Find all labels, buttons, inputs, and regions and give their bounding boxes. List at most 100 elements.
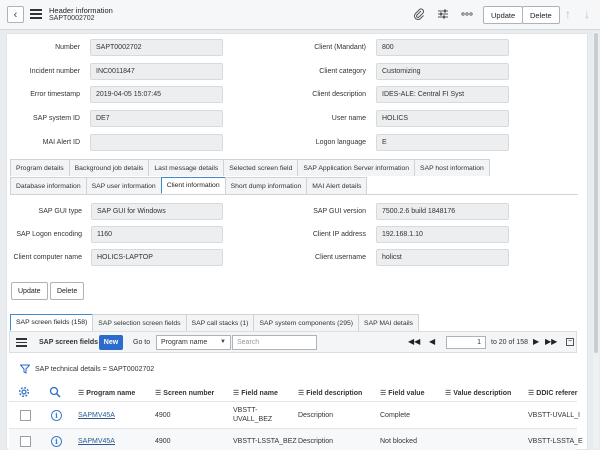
- tab-sap-mai-details[interactable]: SAP MAI details: [358, 314, 420, 331]
- tab-sap-application-server-information[interactable]: SAP Application Server information: [297, 159, 416, 176]
- tab-sap-selection-screen-fields[interactable]: SAP selection screen fields: [92, 314, 187, 331]
- screen-number-cell: 4900: [155, 412, 171, 419]
- field-label-sap-logon-encoding: SAP Logon encoding: [16, 231, 82, 238]
- tab-sap-screen-fields[interactable]: SAP screen fields (158): [10, 314, 94, 331]
- column-header-ddic-reference[interactable]: ☰ DDIC referer: [528, 389, 578, 397]
- goto-field-select[interactable]: Program name ▼: [156, 335, 231, 350]
- update-button[interactable]: Update: [483, 6, 524, 24]
- client-mandant-field[interactable]: 800: [376, 39, 509, 56]
- info-icon[interactable]: i: [51, 410, 62, 421]
- tab-sap-system-components[interactable]: SAP system components (295): [253, 314, 360, 331]
- sap-gui-type-field[interactable]: SAP GUI for Windows: [91, 203, 223, 220]
- field-label-client-username: Client username: [315, 254, 366, 261]
- column-menu-icon: ☰: [298, 390, 305, 397]
- column-header-field-name[interactable]: ☰ Field name: [233, 389, 278, 397]
- chevron-down-icon: ▼: [220, 339, 226, 345]
- field-name-cell: VBSTT-LSSTA_BEZ: [233, 438, 297, 445]
- number-field[interactable]: SAPT0002702: [90, 39, 223, 56]
- form-delete-button[interactable]: Delete: [50, 282, 85, 300]
- filter-icon[interactable]: [19, 364, 31, 374]
- tab-last-message-details[interactable]: Last message details: [148, 159, 225, 176]
- column-menu-icon: ☰: [380, 390, 387, 397]
- tab-sap-user-information[interactable]: SAP user information: [85, 177, 162, 194]
- detail-tabs-row-2: Database information SAP user informatio…: [10, 177, 368, 194]
- field-label-mai-alert-id: MAI Alert ID: [42, 139, 80, 146]
- search-input[interactable]: Search: [232, 335, 317, 350]
- previous-page-icon[interactable]: ◀: [429, 337, 435, 346]
- page-title: Header information: [49, 6, 113, 15]
- tab-client-information[interactable]: Client information: [160, 177, 226, 194]
- incident-number-field[interactable]: INC0011847: [90, 63, 223, 80]
- error-timestamp-field[interactable]: 2019-04-05 15:07:45: [90, 86, 223, 103]
- gear-icon[interactable]: [18, 386, 30, 398]
- client-computer-name-field[interactable]: HOLICS-LAPTOP: [91, 249, 223, 266]
- ddic-reference-cell: VBSTT-UVALL_I: [528, 412, 581, 419]
- tab-mai-alert-details[interactable]: MAI Alert details: [306, 177, 368, 194]
- collapse-icon[interactable]: −: [566, 338, 574, 346]
- list-menu-icon[interactable]: [16, 338, 27, 347]
- logon-language-field[interactable]: E: [376, 134, 509, 151]
- field-label-user-name: User name: [331, 115, 366, 122]
- field-label-client-category: Client category: [319, 68, 366, 75]
- column-header-field-value[interactable]: ☰ Field value: [380, 389, 424, 397]
- more-options-icon[interactable]: [460, 7, 474, 21]
- field-name-cell-continued: UVALL_BEZ: [233, 416, 273, 423]
- info-icon[interactable]: i: [51, 436, 62, 447]
- column-header-screen-number[interactable]: ☰ Screen number: [155, 389, 214, 397]
- field-label-client-description: Client description: [312, 91, 366, 98]
- detail-tabs-row-1: Program details Background job details L…: [10, 159, 490, 176]
- header-bar: ‹ Header information SAPT0002702 Update …: [0, 0, 600, 30]
- field-label-client-computer-name: Client computer name: [13, 254, 82, 261]
- program-name-link[interactable]: SAPMV45A: [78, 412, 115, 419]
- sap-logon-encoding-field[interactable]: 1160: [91, 226, 223, 243]
- field-label-client-ip-address: Client IP address: [312, 231, 366, 238]
- first-page-icon[interactable]: ◀◀: [408, 337, 420, 346]
- tab-short-dump-information[interactable]: Short dump information: [224, 177, 308, 194]
- arrow-up-icon[interactable]: ↑: [561, 7, 575, 21]
- form-update-button[interactable]: Update: [11, 282, 48, 300]
- arrow-down-icon[interactable]: ↓: [580, 7, 594, 21]
- search-icon[interactable]: [49, 386, 61, 398]
- related-list-tabs: SAP screen fields (158) SAP selection sc…: [10, 314, 420, 331]
- column-menu-icon: ☰: [445, 390, 452, 397]
- tab-database-information[interactable]: Database information: [10, 177, 87, 194]
- menu-icon[interactable]: [30, 9, 42, 19]
- goto-label: Go to: [133, 339, 151, 346]
- page: ‹ Header information SAPT0002702 Update …: [0, 0, 600, 450]
- mai-alert-id-field[interactable]: [90, 134, 223, 151]
- tab-sap-host-information[interactable]: SAP host information: [414, 159, 490, 176]
- next-page-icon[interactable]: ▶: [533, 337, 539, 346]
- back-button[interactable]: ‹: [7, 6, 24, 23]
- goto-field-value: Program name: [161, 339, 208, 346]
- tab-background-job-details[interactable]: Background job details: [68, 159, 150, 176]
- field-label-incident-number: Incident number: [29, 68, 80, 75]
- client-ip-address-field[interactable]: 192.168.1.10: [376, 226, 509, 243]
- new-button[interactable]: New: [99, 335, 123, 350]
- sap-gui-version-field[interactable]: 7500.2.6 build 1848176: [376, 203, 509, 220]
- client-category-field[interactable]: Customizing: [376, 63, 509, 80]
- column-header-field-description[interactable]: ☰ Field description: [298, 389, 362, 397]
- client-username-field[interactable]: holicst: [376, 249, 509, 266]
- paperclip-icon[interactable]: [412, 7, 426, 21]
- delete-button[interactable]: Delete: [522, 6, 560, 24]
- client-description-field[interactable]: IDES-ALE: Central FI Syst: [376, 86, 509, 103]
- ddic-reference-cell: VBSTT-LSSTA_E: [528, 438, 583, 445]
- header-icons: [412, 7, 474, 21]
- scrollbar-thumb[interactable]: [594, 33, 598, 353]
- last-page-icon[interactable]: ▶▶: [545, 337, 557, 346]
- field-description-cell: Description: [298, 438, 334, 445]
- tab-sap-call-stacks[interactable]: SAP call stacks (1): [185, 314, 255, 331]
- tab-selected-screen-field[interactable]: Selected screen field: [223, 159, 299, 176]
- tab-program-details[interactable]: Program details: [10, 159, 70, 176]
- column-header-value-description[interactable]: ☰ Value description: [445, 389, 511, 397]
- program-name-link[interactable]: SAPMV45A: [78, 438, 115, 445]
- filter-breadcrumb: SAP technical details = SAPT0002702: [35, 366, 155, 373]
- column-header-program-name[interactable]: ☰ Program name: [78, 389, 135, 397]
- row-checkbox[interactable]: [20, 410, 31, 421]
- sap-system-id-field[interactable]: DE7: [90, 110, 223, 127]
- sliders-icon[interactable]: [436, 7, 450, 21]
- row-checkbox[interactable]: [20, 436, 31, 447]
- field-value-cell: Complete: [380, 412, 410, 419]
- user-name-field[interactable]: HOLICS: [376, 110, 509, 127]
- page-number-input[interactable]: 1: [446, 336, 486, 349]
